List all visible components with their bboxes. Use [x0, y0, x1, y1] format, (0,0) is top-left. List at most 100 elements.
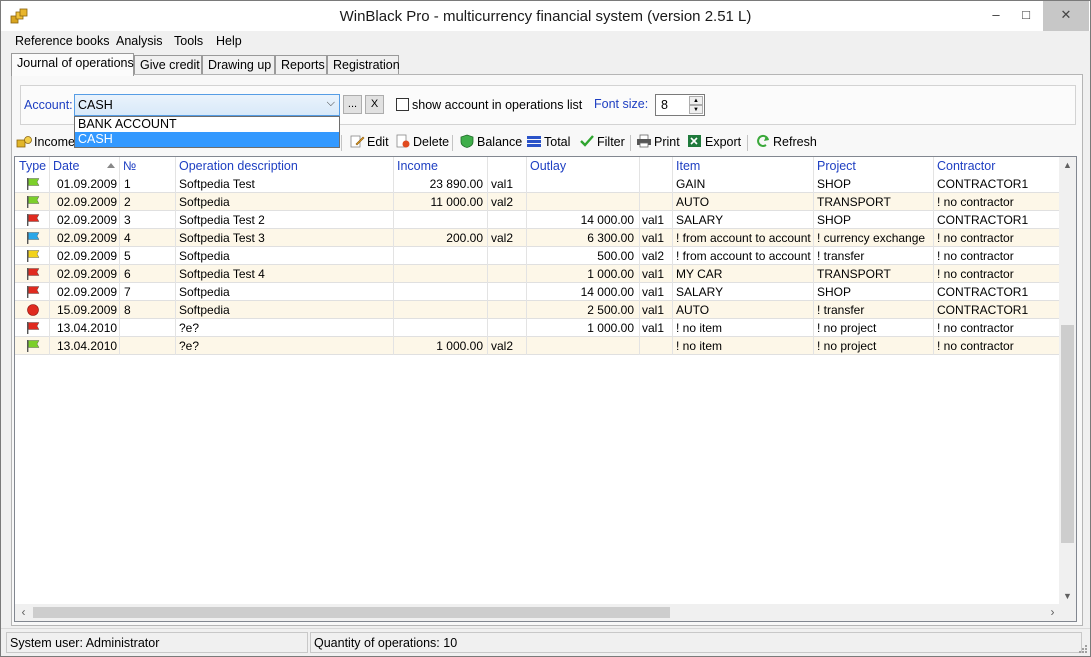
account-clear-button[interactable]: X — [365, 95, 384, 114]
tab-drawing-up[interactable]: Drawing up — [202, 55, 275, 75]
cell-outlay: 6 300.00 — [587, 231, 634, 245]
horizontal-scroll-thumb[interactable] — [33, 607, 670, 618]
font-size-spinner[interactable]: 8 ▲ ▼ — [655, 94, 705, 116]
tab-registration[interactable]: Registration — [327, 55, 400, 75]
cell-no: 6 — [124, 267, 131, 281]
sort-ascending-icon — [107, 163, 115, 168]
cell-contractor: ! no contractor — [937, 267, 1014, 281]
cell-date: 02.09.2009 — [57, 267, 118, 281]
export-icon — [688, 135, 701, 147]
tab-reports[interactable]: Reports — [275, 55, 327, 75]
cell-no: 3 — [124, 213, 131, 227]
cell-project: SHOP — [817, 177, 852, 191]
table-row[interactable]: 13.04.2010 ?e? 1 000.00 val1 ! no item ! no p… — [15, 319, 1061, 337]
table-row[interactable]: 01.09.2009 1 Softpedia Test 23 890.00 val1 GA… — [15, 175, 1061, 193]
table-row[interactable]: 02.09.2009 4 Softpedia Test 3 200.00 val2 6 3… — [15, 229, 1061, 247]
total-button[interactable]: Total — [526, 134, 570, 152]
flag-icon — [27, 286, 40, 298]
column-header-income[interactable]: Income — [397, 159, 438, 173]
cell-date: 02.09.2009 — [57, 231, 118, 245]
income-button[interactable]: Income — [16, 134, 75, 152]
cell-item: SALARY — [676, 213, 724, 227]
scroll-up-icon[interactable]: ▲ — [1059, 157, 1076, 174]
account-dropdown-list: BANK ACCOUNT CASH — [74, 116, 340, 148]
refresh-button[interactable]: Refresh — [755, 134, 817, 152]
table-row[interactable]: 02.09.2009 3 Softpedia Test 2 14 000.00 val1… — [15, 211, 1061, 229]
title-bar: WinBlack Pro - multicurrency financial s… — [1, 1, 1090, 31]
account-combo[interactable]: CASH ⌵ — [74, 94, 340, 116]
table-row[interactable]: 15.09.2009 8 Softpedia 2 500.00 val1 AUTO ! tr… — [15, 301, 1061, 319]
show-account-checkbox[interactable] — [396, 98, 409, 111]
print-label: Print — [654, 135, 680, 149]
column-header-contractor[interactable]: Contractor — [937, 159, 995, 173]
cell-contractor: ! no contractor — [937, 321, 1014, 335]
cell-contractor: ! no contractor — [937, 231, 1014, 245]
cell-item: ! from account to account — [676, 249, 811, 263]
toolbar-separator — [341, 135, 342, 151]
balance-button[interactable]: Balance — [459, 134, 522, 152]
column-divider — [813, 157, 814, 355]
dropdown-option-cash[interactable]: CASH — [75, 132, 339, 147]
column-header-date[interactable]: Date — [53, 159, 79, 173]
status-user: System user: Administrator — [6, 632, 308, 653]
horizontal-scrollbar[interactable]: ‹ › — [15, 604, 1061, 621]
flag-icon — [27, 214, 40, 226]
column-header-project[interactable]: Project — [817, 159, 856, 173]
flag-icon — [27, 250, 40, 262]
circle-icon — [27, 304, 39, 316]
filter-button[interactable]: Filter — [579, 134, 625, 152]
table-row[interactable]: 02.09.2009 7 Softpedia 14 000.00 val1 SALARY S… — [15, 283, 1061, 301]
menu-analysis[interactable]: Analysis — [116, 34, 163, 48]
print-button[interactable]: Print — [636, 134, 680, 152]
account-combo-value: CASH — [78, 98, 113, 112]
account-browse-button[interactable]: ... — [343, 95, 362, 114]
cell-item: GAIN — [676, 177, 706, 191]
delete-button[interactable]: Delete — [395, 134, 449, 152]
cell-outlay-cur: val1 — [642, 231, 665, 245]
flag-icon — [27, 232, 40, 244]
cell-date: 02.09.2009 — [57, 249, 118, 263]
column-header-outlay[interactable]: Outlay — [530, 159, 566, 173]
spin-down-icon[interactable]: ▼ — [689, 105, 703, 114]
toolbar-separator — [630, 135, 631, 151]
edit-label: Edit — [367, 135, 389, 149]
tab-journal-of-operations[interactable]: Journal of operations — [11, 53, 134, 76]
column-divider — [639, 157, 640, 355]
menu-help[interactable]: Help — [216, 34, 242, 48]
close-button[interactable]: ✕ — [1043, 1, 1089, 31]
edit-button[interactable]: Edit — [349, 134, 389, 152]
table-row[interactable]: 02.09.2009 6 Softpedia Test 4 1 000.00 val1 M… — [15, 265, 1061, 283]
table-row[interactable]: 02.09.2009 2 Softpedia 11 000.00 val2 AUTO TRA… — [15, 193, 1061, 211]
spin-up-icon[interactable]: ▲ — [689, 96, 703, 105]
column-header-item[interactable]: Item — [676, 159, 700, 173]
column-header-description[interactable]: Operation description — [179, 159, 298, 173]
refresh-icon — [757, 134, 769, 147]
toolbar-separator — [452, 135, 453, 151]
scroll-left-icon[interactable]: ‹ — [15, 604, 32, 621]
scroll-down-icon[interactable]: ▼ — [1059, 588, 1076, 605]
cell-outlay-cur: val1 — [642, 267, 665, 281]
column-header-number[interactable]: № — [123, 159, 136, 173]
cell-no: 5 — [124, 249, 131, 263]
dropdown-option-bank-account[interactable]: BANK ACCOUNT — [75, 117, 339, 132]
cell-item: AUTO — [676, 303, 710, 317]
tab-give-credit[interactable]: Give credit — [134, 55, 202, 75]
operations-grid[interactable]: Type Date № Operation description Income… — [14, 156, 1077, 622]
column-header-type[interactable]: Type — [19, 159, 46, 173]
vertical-scroll-thumb[interactable] — [1061, 325, 1074, 543]
flag-icon — [27, 268, 40, 280]
menu-tools[interactable]: Tools — [174, 34, 203, 48]
table-row[interactable]: 13.04.2010 ?e? 1 000.00 val2 ! no item ! no p… — [15, 337, 1061, 355]
cell-outlay-cur: val1 — [642, 321, 665, 335]
table-row[interactable]: 02.09.2009 5 Softpedia 500.00 val2 ! from acc… — [15, 247, 1061, 265]
income-icon — [16, 136, 32, 148]
resize-grip-icon[interactable] — [1078, 644, 1088, 654]
cell-no: 1 — [124, 177, 131, 191]
cell-outlay-cur: val1 — [642, 213, 665, 227]
minimize-button[interactable]: – — [981, 1, 1011, 31]
export-button[interactable]: Export — [687, 134, 741, 152]
vertical-scrollbar[interactable]: ▲ ▼ — [1059, 157, 1076, 605]
cell-date: 02.09.2009 — [57, 285, 118, 299]
menu-reference-books[interactable]: Reference books — [15, 34, 110, 48]
maximize-button[interactable]: □ — [1011, 1, 1041, 31]
